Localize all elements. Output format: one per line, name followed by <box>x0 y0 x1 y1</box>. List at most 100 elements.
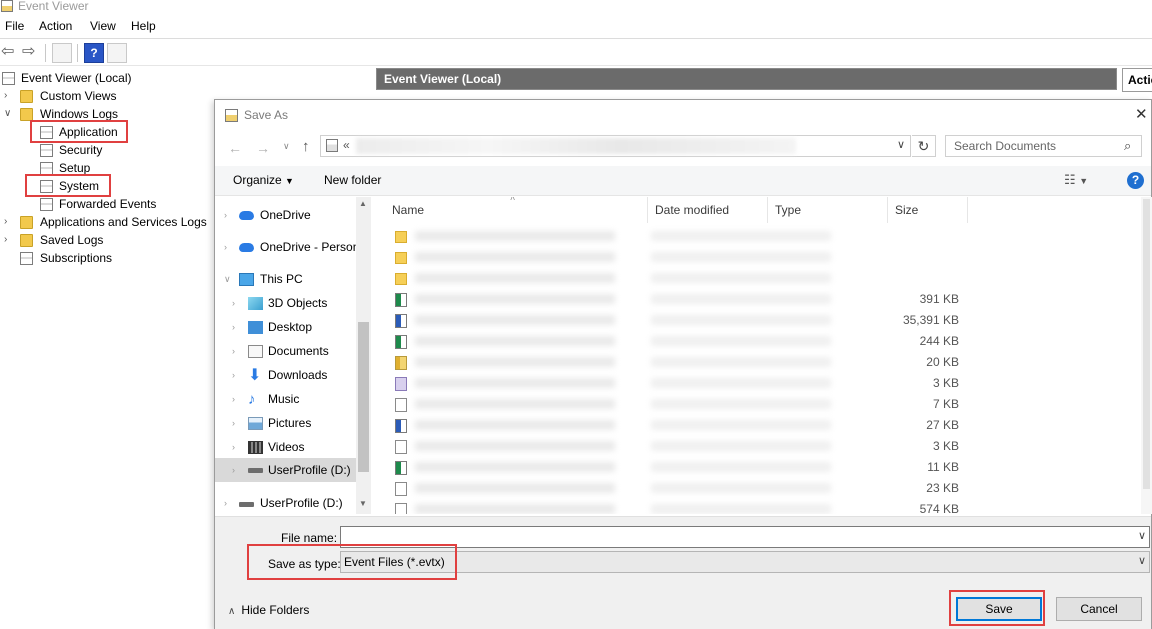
chevron-right-icon[interactable]: › <box>224 236 227 258</box>
menu-action[interactable]: Action <box>39 19 72 33</box>
column-header-type[interactable]: Type <box>768 197 888 223</box>
folder-icon <box>20 234 33 247</box>
scrollbar-thumb[interactable] <box>1143 199 1150 489</box>
scroll-down-icon[interactable]: ▼ <box>359 499 367 508</box>
nav-item-onedrive-personal[interactable]: › OneDrive - Person <box>215 236 359 258</box>
file-row[interactable] <box>375 226 1135 247</box>
chevron-right-icon[interactable]: › <box>232 364 235 386</box>
back-arrow-icon[interactable]: ⇦ <box>1 44 14 60</box>
file-row[interactable] <box>375 247 1135 268</box>
highlight-annotation <box>949 590 1045 626</box>
file-date-redacted <box>651 462 831 472</box>
show-hide-action-pane-icon[interactable] <box>107 43 127 63</box>
nav-pane-scrollbar[interactable]: ▲ ▼ <box>356 197 371 514</box>
nav-item-pictures[interactable]: › Pictures <box>215 412 356 434</box>
nav-item-onedrive[interactable]: › OneDrive <box>215 204 356 226</box>
search-icon[interactable]: ⌕ <box>1124 138 1131 154</box>
file-row[interactable]: 23 KB <box>375 478 1135 499</box>
forward-arrow-icon[interactable]: → <box>256 140 270 156</box>
file-row[interactable]: 20 KB <box>375 352 1135 373</box>
nav-item-downloads[interactable]: › ⬇ Downloads <box>215 364 356 386</box>
file-row[interactable]: 3 KB <box>375 373 1135 394</box>
chevron-right-icon[interactable]: › <box>4 213 14 231</box>
file-row[interactable]: 11 KB <box>375 457 1135 478</box>
nav-item-documents[interactable]: › Documents <box>215 340 356 362</box>
center-pane-title: Event Viewer (Local) <box>384 72 502 86</box>
excel-file-icon <box>395 461 407 475</box>
file-name-redacted <box>415 504 615 514</box>
address-bar[interactable]: « ∨ <box>320 135 911 157</box>
chevron-right-icon[interactable]: › <box>232 412 235 434</box>
file-row[interactable] <box>375 268 1135 289</box>
chevron-down-icon[interactable]: ∨ <box>224 268 231 290</box>
chevron-right-icon[interactable]: › <box>232 292 235 314</box>
file-size: 3 KB <box>932 376 959 390</box>
chevron-right-icon[interactable]: › <box>232 316 235 338</box>
chevron-right-icon[interactable]: › <box>224 492 227 514</box>
recent-locations-chevron-icon[interactable]: ∨ <box>283 141 290 152</box>
chevron-right-icon[interactable]: › <box>232 388 235 410</box>
actions-pane-title: Actic <box>1128 73 1152 87</box>
folder-icon <box>395 252 407 264</box>
nav-item-userprofile-d-selected[interactable]: › UserProfile (D:) <box>215 458 356 482</box>
cancel-button[interactable]: Cancel <box>1056 597 1142 621</box>
menu-view[interactable]: View <box>90 19 116 33</box>
chevron-down-icon[interactable]: ∨ <box>1138 554 1146 567</box>
nav-label: Desktop <box>268 320 313 334</box>
chevron-right-icon[interactable]: › <box>4 231 14 249</box>
file-row[interactable]: 3 KB <box>375 436 1135 457</box>
refresh-icon[interactable]: ↻ <box>912 135 936 157</box>
hide-folders-button[interactable]: ∧ Hide Folders <box>228 603 309 617</box>
chevron-right-icon[interactable]: › <box>232 340 235 362</box>
up-arrow-icon[interactable]: ↑ <box>302 138 310 155</box>
file-row[interactable]: 35,391 KB <box>375 310 1135 331</box>
chevron-down-icon[interactable]: ∨ <box>897 138 905 151</box>
column-header-size[interactable]: Size <box>888 197 968 223</box>
menu-file[interactable]: File <box>5 19 24 33</box>
view-options-icon[interactable]: ☷ ▼ <box>1064 172 1088 188</box>
back-arrow-icon[interactable]: ← <box>228 140 242 156</box>
search-input[interactable] <box>946 136 1121 156</box>
file-row[interactable]: 244 KB <box>375 331 1135 352</box>
event-viewer-icon <box>1 0 13 12</box>
close-icon[interactable]: ✕ <box>1135 105 1148 123</box>
file-row[interactable]: 27 KB <box>375 415 1135 436</box>
chevron-right-icon[interactable]: › <box>232 458 235 482</box>
help-icon[interactable]: ? <box>1127 172 1144 189</box>
file-name-redacted <box>415 441 615 451</box>
new-folder-button[interactable]: New folder <box>324 173 381 187</box>
nav-item-videos[interactable]: › Videos <box>215 436 356 458</box>
file-row[interactable]: 7 KB <box>375 394 1135 415</box>
caret-down-icon: ▼ <box>285 176 294 186</box>
chevron-down-icon[interactable]: ∨ <box>4 105 14 123</box>
breadcrumb-overflow[interactable]: « <box>343 138 350 152</box>
nav-label: Videos <box>268 440 305 454</box>
nav-item-3d-objects[interactable]: › 3D Objects <box>215 292 356 314</box>
save-as-icon <box>225 109 238 122</box>
chevron-right-icon[interactable]: › <box>4 87 14 105</box>
file-name-input[interactable]: ∨ <box>340 526 1150 548</box>
organize-button[interactable]: Organize ▼ <box>233 173 294 187</box>
scroll-up-icon[interactable]: ▲ <box>359 199 367 208</box>
chevron-right-icon[interactable]: › <box>224 204 227 226</box>
nav-item-this-pc[interactable]: ∨ This PC <box>215 268 356 290</box>
nav-item-desktop[interactable]: › Desktop <box>215 316 356 338</box>
file-list-scrollbar[interactable] <box>1141 197 1152 514</box>
show-hide-tree-icon[interactable] <box>52 43 72 63</box>
chevron-right-icon[interactable]: › <box>232 436 235 458</box>
chevron-down-icon[interactable]: ∨ <box>1138 529 1146 542</box>
forward-arrow-icon[interactable]: ⇨ <box>22 44 35 60</box>
scrollbar-thumb[interactable] <box>358 322 369 472</box>
column-header-name[interactable]: Name <box>385 197 648 223</box>
file-row[interactable]: 391 KB <box>375 289 1135 310</box>
help-icon[interactable]: ? <box>84 43 104 63</box>
file-row[interactable]: 574 KB <box>375 499 1135 514</box>
nav-item-music[interactable]: › ♪ Music <box>215 388 356 410</box>
save-as-type-select[interactable]: Event Files (*.evtx) ∨ <box>340 551 1150 573</box>
menu-help[interactable]: Help <box>131 19 156 33</box>
file-date-redacted <box>651 420 831 430</box>
nav-item-userprofile-d[interactable]: › UserProfile (D:) <box>215 492 356 514</box>
folder-icon <box>395 273 407 285</box>
file-size: 3 KB <box>932 439 959 453</box>
column-header-date-modified[interactable]: Date modified <box>648 197 768 223</box>
